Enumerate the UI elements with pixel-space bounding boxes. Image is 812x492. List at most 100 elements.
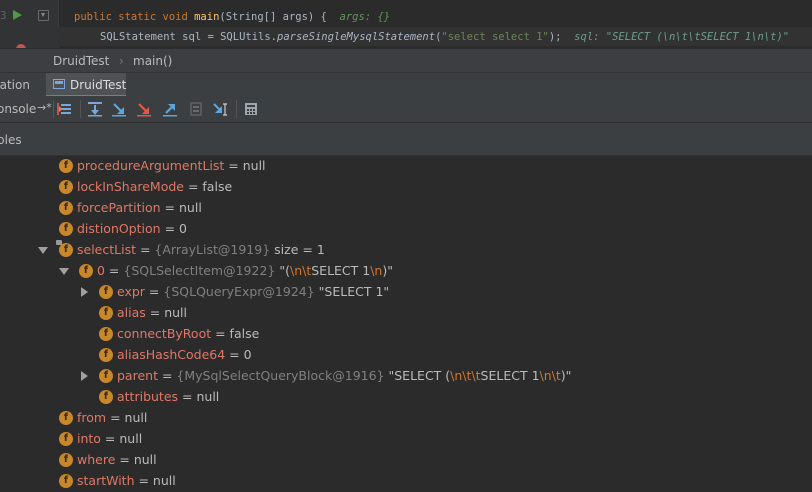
collapse-arrow-icon[interactable] bbox=[59, 268, 69, 275]
tree-row-text: into = null bbox=[77, 431, 143, 446]
string-escape: \n\t bbox=[539, 368, 561, 383]
field-name: connectByRoot bbox=[117, 326, 212, 341]
debug-toolbar: onsole →* bbox=[0, 96, 812, 123]
field-icon: f bbox=[79, 264, 93, 278]
field-name: lockInShareMode bbox=[77, 179, 184, 194]
inline-debug-hint-sql: sql: "SELECT (\n\t\tSELECT 1\n\t)" bbox=[574, 31, 790, 43]
field-value: false bbox=[202, 179, 233, 194]
code-line-statement[interactable]: SQLStatement sql = SQLUtils.parseSingleM… bbox=[100, 31, 789, 43]
tree-row-text: lockInShareMode = false bbox=[77, 179, 233, 194]
breadcrumb-method[interactable]: main() bbox=[133, 54, 172, 68]
tree-row-text: parent = {MySqlSelectQueryBlock@1916} "S… bbox=[117, 368, 572, 383]
variables-title: bles bbox=[0, 133, 22, 147]
run-icon[interactable] bbox=[13, 10, 22, 20]
show-execution-point-icon[interactable] bbox=[56, 101, 72, 117]
field-icon: f bbox=[99, 306, 113, 320]
tree-row[interactable]: f lockInShareMode = false bbox=[0, 177, 812, 198]
toolbar-divider bbox=[80, 100, 81, 118]
field-size: size = 1 bbox=[274, 242, 325, 257]
collapse-arrow-icon[interactable] bbox=[38, 247, 48, 254]
string-value-part: )" bbox=[382, 263, 393, 278]
field-icon: f bbox=[56, 240, 73, 257]
field-icon: f bbox=[59, 222, 73, 236]
field-icon: f bbox=[99, 327, 113, 341]
field-icon: f bbox=[99, 369, 113, 383]
code-method-name: main bbox=[194, 11, 220, 23]
field-name: startWith bbox=[77, 473, 135, 488]
force-step-into-icon[interactable] bbox=[136, 101, 152, 117]
tree-row-text: where = null bbox=[77, 452, 157, 467]
breadcrumb: DruidTest › main() bbox=[0, 48, 812, 73]
string-value-part: "SELECT ( bbox=[388, 368, 451, 383]
string-escape: \n bbox=[370, 263, 383, 278]
editor-gutter[interactable]: 3 bbox=[0, 0, 59, 50]
string-value-part: "( bbox=[279, 263, 290, 278]
tree-row-text: attributes = null bbox=[117, 389, 220, 404]
tree-row[interactable]: f parent = {MySqlSelectQueryBlock@1916} … bbox=[0, 366, 812, 387]
code-paren-close: ); bbox=[548, 31, 562, 43]
tree-row[interactable]: f aliasHashCode64 = 0 bbox=[0, 345, 812, 366]
field-name: into bbox=[77, 431, 101, 446]
step-over-icon[interactable] bbox=[87, 101, 103, 117]
field-name: procedureArgumentList bbox=[77, 158, 225, 173]
field-value: null bbox=[242, 158, 266, 173]
tree-row[interactable]: f forcePartition = null bbox=[0, 198, 812, 219]
tree-row[interactable]: f expr = {SQLQueryExpr@1924} "SELECT 1" bbox=[0, 282, 812, 303]
toolbar-divider bbox=[236, 100, 237, 118]
field-value: null bbox=[133, 452, 157, 467]
object-ref: {SQLQueryExpr@1924} bbox=[163, 284, 315, 299]
tab-druidtest-label: DruidTest bbox=[70, 78, 127, 92]
step-into-icon[interactable] bbox=[111, 101, 127, 117]
field-icon: f bbox=[59, 411, 73, 425]
tree-row-text: forcePartition = null bbox=[77, 200, 202, 215]
evaluate-expression-icon[interactable] bbox=[243, 101, 259, 117]
string-escape: \n\t\t bbox=[450, 368, 481, 383]
field-name: selectList bbox=[77, 242, 136, 257]
tree-row[interactable]: f where = null bbox=[0, 450, 812, 471]
tree-row[interactable]: f distionOption = 0 bbox=[0, 219, 812, 240]
line-number: 3 bbox=[0, 9, 7, 22]
code-line-main[interactable]: public static void main(String[] args) {… bbox=[74, 11, 390, 23]
field-icon: f bbox=[59, 474, 73, 488]
tree-row[interactable]: f 0 = {SQLSelectItem@1922} "(\n\tSELECT … bbox=[0, 261, 812, 282]
tree-row-text: procedureArgumentList = null bbox=[77, 158, 266, 173]
expand-arrow-icon[interactable] bbox=[81, 371, 88, 381]
tree-row-text: from = null bbox=[77, 410, 148, 425]
field-icon: f bbox=[99, 348, 113, 362]
field-value: 0 bbox=[243, 347, 252, 362]
tree-row[interactable]: f from = null bbox=[0, 408, 812, 429]
fold-icon[interactable] bbox=[38, 10, 49, 21]
code-editor[interactable]: 3 public static void main(String[] args)… bbox=[0, 0, 812, 50]
field-name: parent bbox=[117, 368, 158, 383]
variables-header: bles bbox=[0, 123, 812, 156]
inline-debug-hint-args: args: {} bbox=[339, 11, 391, 23]
breadcrumb-separator: › bbox=[119, 54, 124, 68]
tree-row[interactable]: f alias = null bbox=[0, 303, 812, 324]
tree-row[interactable]: f into = null bbox=[0, 429, 812, 450]
field-name: attributes bbox=[117, 389, 179, 404]
tab-druidtest[interactable]: DruidTest bbox=[46, 73, 126, 97]
expand-arrow-icon[interactable] bbox=[81, 287, 88, 297]
drop-frame-icon[interactable] bbox=[188, 101, 204, 117]
tree-row-text: selectList = {ArrayList@1919} size = 1 bbox=[77, 242, 325, 257]
step-out-icon[interactable] bbox=[162, 101, 178, 117]
code-signature: (String[] args) { bbox=[219, 11, 334, 23]
console-tab[interactable]: onsole bbox=[0, 102, 36, 116]
breadcrumb-class[interactable]: DruidTest bbox=[53, 54, 109, 68]
tab-application[interactable]: cation bbox=[0, 73, 44, 97]
run-to-cursor-icon[interactable] bbox=[212, 101, 228, 117]
code-string-literal: "select select 1" bbox=[441, 31, 549, 43]
string-value-part: SELECT 1 bbox=[311, 263, 371, 278]
field-value: null bbox=[179, 200, 202, 215]
console-pin-icon[interactable]: →* bbox=[37, 101, 52, 114]
tree-row[interactable]: f attributes = null bbox=[0, 387, 812, 408]
tree-row[interactable]: f startWith = null bbox=[0, 471, 812, 492]
field-value: null bbox=[164, 305, 187, 320]
code-keywords: public static void bbox=[74, 11, 195, 23]
tree-row[interactable]: f procedureArgumentList = null bbox=[0, 156, 812, 177]
tree-row-text: expr = {SQLQueryExpr@1924} "SELECT 1" bbox=[117, 284, 390, 299]
tree-row[interactable]: f connectByRoot = false bbox=[0, 324, 812, 345]
variables-tree[interactable]: f procedureArgumentList = null f lockInS… bbox=[0, 156, 812, 488]
tree-row[interactable]: f selectList = {ArrayList@1919} size = 1 bbox=[0, 240, 812, 261]
object-ref: {ArrayList@1919} bbox=[154, 242, 271, 257]
